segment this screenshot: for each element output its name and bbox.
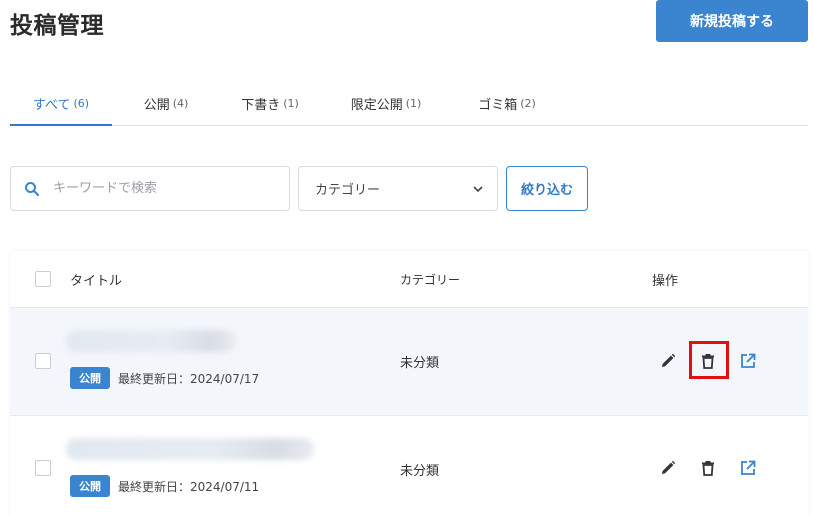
tab-published[interactable]: 公開 (4): [112, 82, 220, 125]
post-title-blurred[interactable]: [66, 438, 314, 460]
trash-icon: [702, 461, 714, 476]
edit-button[interactable]: [656, 349, 680, 373]
table-header: タイトル カテゴリー 操作: [10, 251, 808, 308]
external-link-icon: [741, 460, 756, 475]
post-category: 未分類: [400, 356, 440, 371]
pencil-icon: [662, 353, 676, 367]
updated-date: 最終更新日：2024/07/11: [118, 479, 260, 494]
updated-date: 最終更新日：2024/07/17: [118, 371, 260, 386]
row-checkbox[interactable]: [35, 353, 51, 369]
search-icon: [25, 181, 40, 196]
table-row: 公開 最終更新日：2024/07/11 未分類: [10, 415, 808, 517]
page-title: 投稿管理: [10, 13, 104, 39]
post-category: 未分類: [400, 464, 440, 479]
tab-count: (4): [172, 97, 189, 110]
row-checkbox[interactable]: [35, 460, 51, 476]
chevron-down-icon: [473, 185, 483, 192]
select-all-checkbox[interactable]: [35, 271, 51, 287]
view-button[interactable]: [736, 349, 760, 373]
post-title-blurred[interactable]: [66, 330, 236, 352]
tab-count: (6): [73, 97, 90, 110]
status-tabs: すべて (6) 公開 (4) 下書き (1) 限定公開 (1) ゴミ箱 (2): [10, 82, 808, 126]
tab-label: すべて: [32, 98, 71, 113]
status-badge: 公開: [70, 475, 110, 497]
status-badge: 公開: [70, 367, 110, 389]
tab-label: 限定公開: [350, 98, 403, 113]
edit-button[interactable]: [656, 456, 680, 480]
tab-draft[interactable]: 下書き (1): [220, 82, 320, 125]
view-button[interactable]: [736, 456, 760, 480]
tab-trash[interactable]: ゴミ箱 (2): [452, 82, 562, 125]
category-select[interactable]: カテゴリー: [298, 166, 498, 211]
search-box: [10, 166, 290, 211]
tab-count: (1): [283, 97, 299, 110]
header-category: カテゴリー: [400, 273, 461, 287]
delete-button[interactable]: [696, 456, 720, 480]
tab-label: 下書き: [241, 98, 281, 113]
header-actions: 操作: [652, 274, 679, 289]
tab-limited[interactable]: 限定公開 (1): [320, 82, 452, 125]
tab-count: (2): [520, 97, 536, 110]
category-select-value: カテゴリー: [315, 183, 381, 198]
tab-label: ゴミ箱: [478, 98, 518, 113]
filter-button[interactable]: 絞り込む: [506, 166, 588, 211]
search-input[interactable]: [53, 181, 273, 196]
external-link-icon: [741, 353, 756, 368]
posts-table: タイトル カテゴリー 操作 公開 最終更新日：2024/07/17 未分類 公開…: [10, 251, 808, 517]
tab-count: (1): [405, 97, 422, 110]
delete-highlight-box: [689, 341, 729, 379]
tab-label: 公開: [143, 98, 170, 113]
header-title: タイトル: [70, 274, 123, 289]
tab-all[interactable]: すべて (6): [10, 82, 112, 126]
pencil-icon: [662, 460, 676, 474]
table-row: 公開 最終更新日：2024/07/17 未分類: [10, 308, 808, 415]
new-post-button[interactable]: 新規投稿する: [656, 0, 808, 42]
